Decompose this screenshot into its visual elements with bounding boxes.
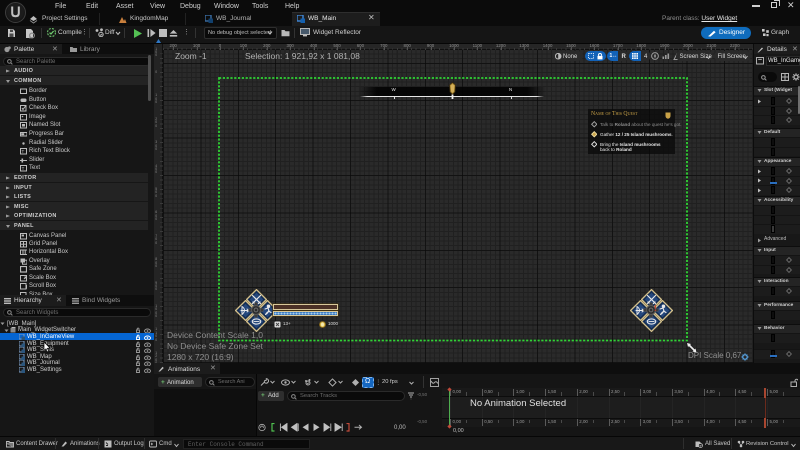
svg-text:T: T [22, 166, 25, 171]
svg-text:T: T [22, 149, 25, 154]
